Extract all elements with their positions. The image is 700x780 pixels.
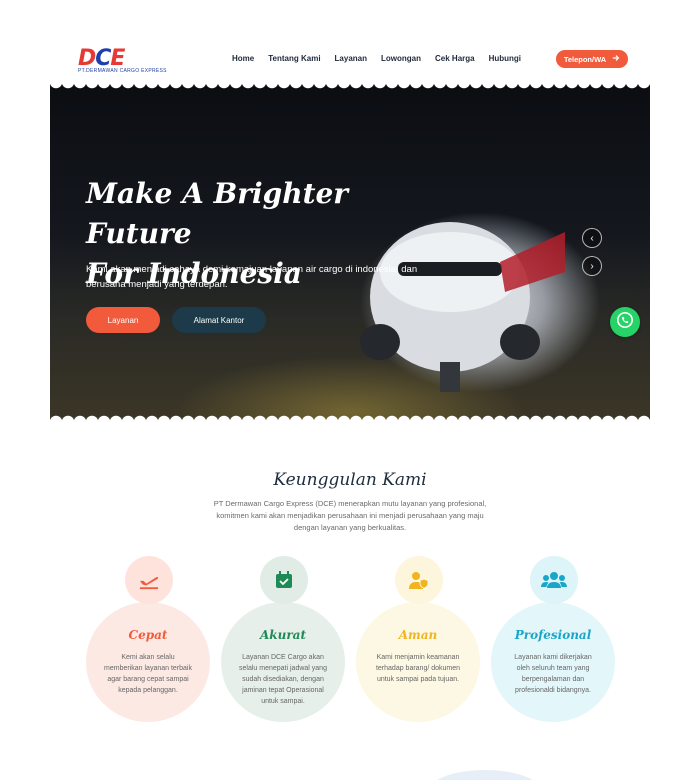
nav-hubungi[interactable]: Hubungi (489, 54, 521, 63)
whatsapp-icon (616, 311, 634, 334)
plane-departure-icon (125, 556, 173, 604)
site-header: DCE PT.DERMAWAN CARGO EXPRESS Home Tenta… (50, 40, 650, 80)
layanan-button[interactable]: Layanan (86, 307, 160, 333)
whatsapp-button[interactable] (610, 307, 640, 337)
calendar-check-icon (260, 556, 308, 604)
logo-subtitle: PT.DERMAWAN CARGO EXPRESS (78, 68, 167, 74)
telepon-wa-button[interactable]: Telepon/WA (556, 50, 628, 68)
scallop-bottom-edge (50, 412, 650, 422)
feature-aman: Aman Kami menjamin keamanan terhadap bar… (356, 556, 482, 726)
slider-next-button[interactable]: › (582, 256, 602, 276)
nav-tentang-kami[interactable]: Tentang Kami (268, 54, 320, 63)
nav-layanan[interactable]: Layanan (335, 54, 367, 63)
feature-akurat: Akurat Layanan DCE Cargo akan selalu men… (221, 556, 347, 726)
alamat-kantor-button[interactable]: Alamat Kantor (172, 307, 266, 333)
chevron-right-icon: › (590, 260, 594, 272)
hero-subtitle: Kami akan menjadi cahaya demi kemajuan l… (86, 264, 418, 290)
feature-cepat: Cepat Kemi akan selalu memberikan layana… (86, 556, 212, 726)
dce-logo[interactable]: DCE PT.DERMAWAN CARGO EXPRESS (78, 46, 168, 74)
arrow-right-icon (612, 54, 620, 64)
section-description: PT Dermawan Cargo Express (DCE) menerapk… (213, 499, 487, 532)
chevron-left-icon: ‹ (590, 232, 594, 244)
main-nav: Home Tentang Kami Layanan Lowongan Cek H… (232, 54, 521, 63)
section-title: Keunggulan Kami (273, 470, 427, 490)
scallop-top-edge (50, 82, 650, 92)
nav-lowongan[interactable]: Lowongan (381, 54, 421, 63)
users-icon (530, 556, 578, 604)
user-shield-icon (395, 556, 443, 604)
feature-profesional: Profesional Layanan kami dikerjakan oleh… (491, 556, 617, 726)
nav-cek-harga[interactable]: Cek Harga (435, 54, 475, 63)
next-section-arc (430, 770, 540, 780)
hero-slider: Make A Brighter Future For Indonesia Kam… (50, 82, 650, 422)
slider-prev-button[interactable]: ‹ (582, 228, 602, 248)
nav-home[interactable]: Home (232, 54, 254, 63)
